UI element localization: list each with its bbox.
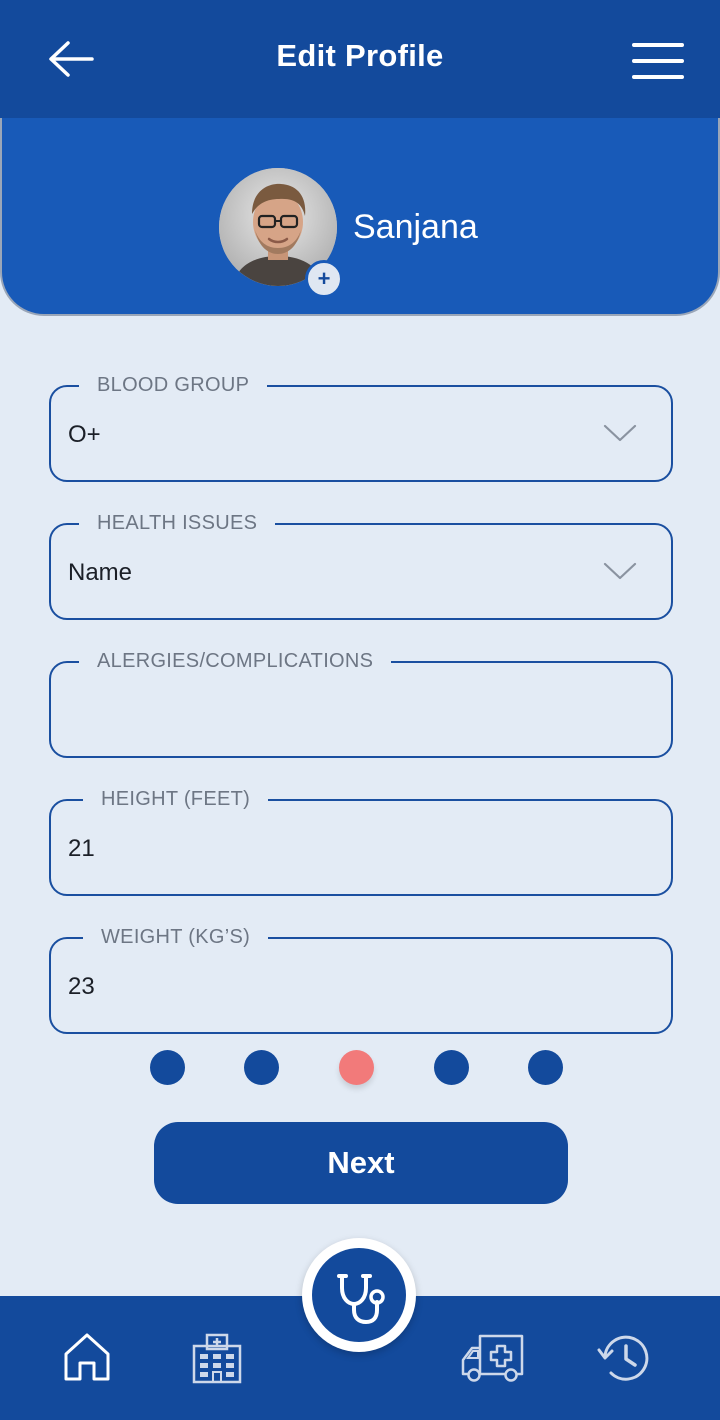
height-field[interactable]: HEIGHT (FEET) 21: [49, 787, 673, 896]
menu-button[interactable]: [628, 38, 688, 84]
stethoscope-icon: [337, 1274, 385, 1325]
plus-icon: +: [317, 266, 331, 291]
step-dot: [528, 1050, 563, 1085]
nav-stethoscope-button[interactable]: [302, 1238, 416, 1352]
history-icon: [597, 1335, 649, 1381]
top-app-bar: Edit Profile: [0, 0, 720, 118]
blood-group-label: BLOOD GROUP: [79, 373, 268, 397]
step-dot: [244, 1050, 279, 1085]
hospital-icon: [192, 1333, 242, 1384]
health-issues-select[interactable]: HEALTH ISSUES Name: [49, 511, 673, 620]
weight-field[interactable]: WEIGHT (KG’S) 23: [49, 925, 673, 1034]
add-photo-button[interactable]: +: [305, 260, 343, 298]
step-dot: [150, 1050, 185, 1085]
height-value: 21: [68, 835, 95, 862]
next-button[interactable]: Next: [154, 1122, 568, 1204]
hamburger-menu-icon: [632, 43, 684, 79]
blood-group-value: O+: [68, 421, 101, 448]
weight-label: WEIGHT (KG’S): [83, 925, 269, 949]
allergies-field[interactable]: ALERGIES/COMPLICATIONS: [49, 649, 673, 758]
nav-home[interactable]: [60, 1330, 114, 1389]
home-icon: [64, 1333, 110, 1381]
page-title: Edit Profile: [276, 38, 444, 73]
weight-value: 23: [68, 973, 95, 1000]
height-label: HEIGHT (FEET): [83, 787, 269, 811]
allergies-label: ALERGIES/COMPLICATIONS: [79, 649, 392, 673]
step-dot: [434, 1050, 469, 1085]
blood-group-select[interactable]: BLOOD GROUP O+: [49, 373, 673, 482]
step-dot-active: [339, 1050, 374, 1085]
nav-ambulance[interactable]: [460, 1332, 526, 1389]
ambulance-icon: [461, 1334, 524, 1382]
chevron-down-icon: [603, 424, 637, 442]
nav-history[interactable]: [596, 1332, 656, 1389]
chevron-down-icon: [603, 562, 637, 580]
fab-circle: [312, 1248, 406, 1342]
user-name: Sanjana: [353, 208, 478, 246]
step-indicator: [0, 1050, 720, 1086]
health-issues-label: HEALTH ISSUES: [79, 511, 276, 535]
nav-hospital[interactable]: [190, 1332, 244, 1389]
health-issues-value: Name: [68, 559, 133, 586]
